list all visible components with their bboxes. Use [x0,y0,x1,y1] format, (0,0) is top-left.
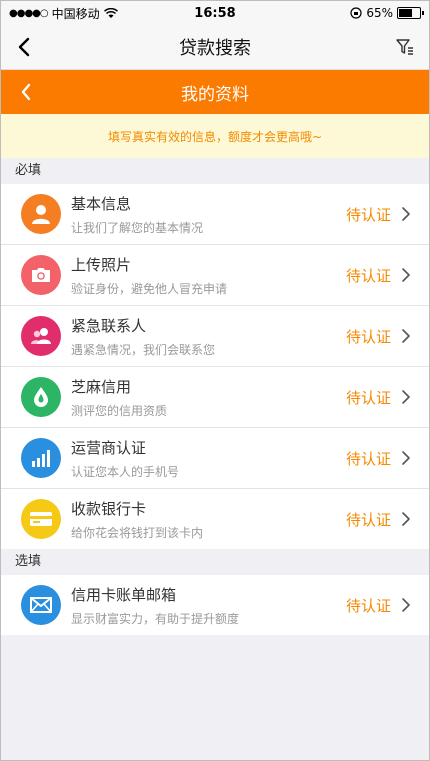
list-item-required-4[interactable]: 运营商认证认证您本人的手机号 待认证 [1,428,429,489]
page-title: 我的资料 [181,84,249,105]
chevron-right-icon [402,598,410,612]
battery-icon [397,7,424,19]
item-subtitle: 显示财富实力，有助于提升额度 [71,611,240,626]
item-subtitle: 认证您本人的手机号 [71,464,180,479]
item-subtitle: 验证身份，避免他人冒充申请 [71,281,228,296]
status-label: 待认证 [345,510,391,529]
status-label: 待认证 [345,205,391,224]
rotation-lock-icon [350,7,362,19]
bank-card-icon [21,499,61,539]
required-list: 基本信息 让我们了解您的基本情况 待认证 上传照片 验证身份，避免他人冒充申请 待认证 紧急… [1,184,429,549]
sesame-credit-icon [21,377,61,417]
page-header: 我的资料 [1,70,429,114]
status-label: 待认证 [345,327,391,346]
battery-percent: 65% [366,6,393,20]
carrier-label: 中国移动 [51,6,100,21]
item-subtitle: 给你花会将钱打到该卡内 [71,525,204,540]
list-item-required-2[interactable]: 紧急联系人遇紧急情况，我们会联系您 待认证 [1,306,429,367]
section-title-required: 必填 [1,158,429,184]
item-title: 上传照片 [71,255,132,274]
item-title: 芝麻信用 [71,377,132,396]
signal-dots-icon: ●●●●○ [9,7,49,19]
status-label: 待认证 [345,266,391,285]
item-subtitle: 测评您的信用资质 [71,403,168,418]
filter-icon[interactable] [395,37,415,57]
section-title-optional: 选填 [1,549,429,575]
item-subtitle: 遇紧急情况，我们会联系您 [71,342,216,357]
item-title: 运营商认证 [71,438,147,457]
status-bar: ●●●●○ 中国移动 16:58 65% [1,1,429,25]
optional-list: 信用卡账单邮箱显示财富实力，有助于提升额度 待认证 [1,575,429,635]
header-back-icon[interactable] [15,80,39,104]
status-label: 待认证 [345,596,391,615]
status-time: 16:58 [194,5,236,21]
list-item-required-1[interactable]: 上传照片验证身份，避免他人冒充申请 待认证 [1,245,429,306]
top-nav-bar: 贷款搜索 [1,25,429,70]
phone-screen: ●●●●○ 中国移动 16:58 65% 贷款搜索 我的资料 填写真实有效的信息… [0,0,430,761]
chevron-right-icon [402,512,410,526]
person-icon [21,194,61,234]
item-subtitle: 让我们了解您的基本情况 [71,220,204,235]
item-title: 基本信息 [71,194,132,213]
chevron-right-icon [402,451,410,465]
list-item-required-5[interactable]: 收款银行卡给你花会将钱打到该卡内 待认证 [1,489,429,549]
camera-icon [21,255,61,295]
list-item-optional-0[interactable]: 信用卡账单邮箱显示财富实力，有助于提升额度 待认证 [1,575,429,635]
signal-bars-icon [21,438,61,478]
wifi-icon [103,7,118,18]
chevron-right-icon [402,268,410,282]
list-item-required-0[interactable]: 基本信息让我们了解您的基本情况 待认证 [1,184,429,245]
mail-icon [21,585,61,625]
nav-title: 贷款搜索 [179,38,251,59]
chevron-right-icon [402,329,410,343]
chevron-right-icon [402,390,410,404]
status-label: 待认证 [345,388,391,407]
contacts-icon [21,316,61,356]
back-arrow-icon[interactable] [11,33,39,61]
item-title: 收款银行卡 [71,499,147,518]
item-title: 紧急联系人 [71,316,147,335]
list-item-required-3[interactable]: 芝麻信用测评您的信用资质 待认证 [1,367,429,428]
notice-banner: 填写真实有效的信息，额度才会更高哦~ [1,114,429,158]
status-label: 待认证 [345,449,391,468]
chevron-right-icon [402,207,410,221]
item-title: 信用卡账单邮箱 [71,585,177,604]
